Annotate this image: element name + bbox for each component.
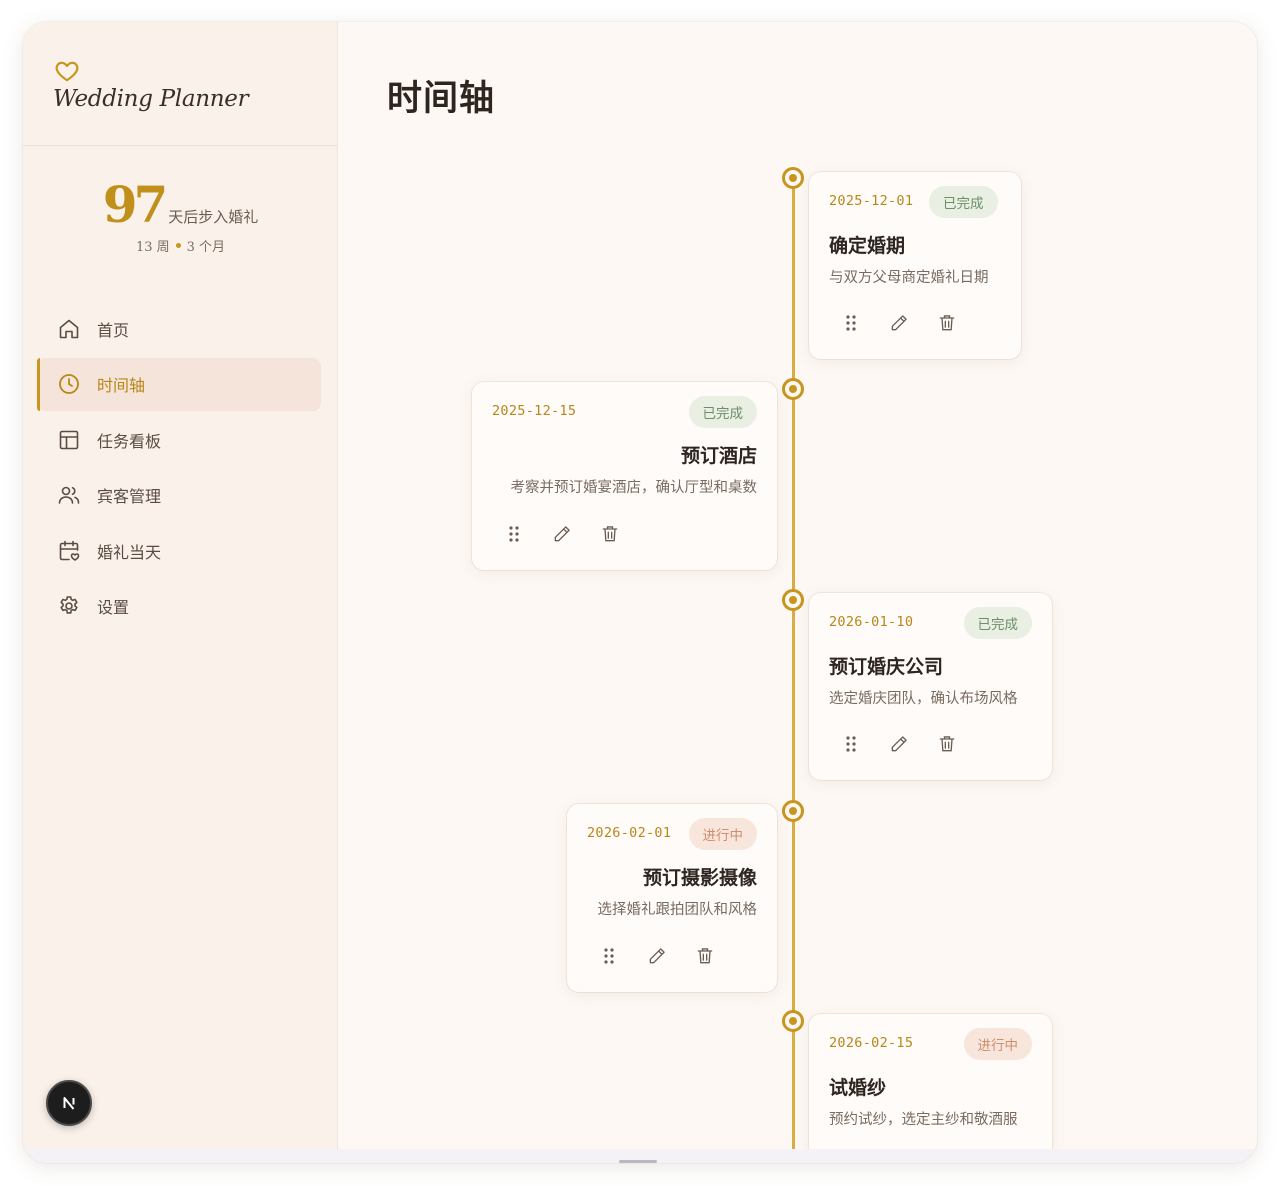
timeline-card[interactable]: 2025-12-15 已完成 预订酒店 考察并预订婚宴酒店，确认厅型和桌数: [472, 382, 777, 570]
timeline-card[interactable]: 2026-01-10 已完成 预订婚庆公司 选定婚庆团队，确认布场风格: [809, 593, 1052, 780]
card-description: 选择婚礼跟拍团队和风格: [597, 902, 758, 918]
timeline-dot: [782, 589, 804, 611]
timeline-dot: [782, 1010, 804, 1032]
countdown-days: 97: [102, 175, 169, 234]
edit-icon[interactable]: [646, 945, 668, 967]
app-window: Wedding Planner 97 天后步入婚礼 13 周 3 个月 首页 时…: [23, 22, 1257, 1163]
card-title: 预订摄影摄像: [642, 867, 757, 889]
drag-handle-icon[interactable]: [840, 733, 862, 755]
trash-icon[interactable]: [936, 312, 958, 334]
clock-icon: [57, 372, 81, 396]
card-date: 2025-12-01: [829, 193, 914, 209]
card-date: 2026-01-10: [829, 614, 914, 630]
timeline-card[interactable]: 2025-12-01 已完成 确定婚期 与双方父母商定婚礼日期: [809, 172, 1021, 359]
edit-icon[interactable]: [888, 733, 910, 755]
heart-icon: [55, 61, 79, 82]
sidebar: Wedding Planner 97 天后步入婚礼 13 周 3 个月 首页 时…: [23, 22, 338, 1149]
sidebar-item-label: 任务看板: [97, 431, 162, 451]
resize-handle[interactable]: [619, 1160, 657, 1163]
brand-name: Wedding Planner: [53, 86, 249, 112]
drag-handle-icon[interactable]: [503, 523, 525, 545]
status-badge: 进行中: [963, 1028, 1032, 1060]
sidebar-item-label: 婚礼当天: [97, 542, 162, 562]
trash-icon[interactable]: [599, 523, 621, 545]
sidebar-item-guests[interactable]: 宾客管理: [37, 469, 321, 522]
dev-tools-badge[interactable]: [46, 1080, 92, 1126]
timeline-dot: [782, 800, 804, 822]
sidebar-nav: 首页 时间轴 任务看板 宾客管理 婚礼当天 设置: [37, 302, 321, 635]
sidebar-item-label: 时间轴: [97, 376, 146, 395]
sidebar-item-label: 设置: [97, 598, 130, 617]
countdown-weeks: 13 周: [135, 240, 170, 255]
countdown-label: 天后步入婚礼: [168, 208, 259, 226]
timeline-card[interactable]: 2026-02-15 进行中 试婚纱 预约试纱，选定主纱和敬酒服: [809, 1014, 1052, 1149]
timeline-line: [792, 177, 795, 1149]
page-title: 时间轴: [387, 78, 496, 119]
timeline-card[interactable]: 2026-02-01 进行中 预订摄影摄像 选择婚礼跟拍团队和风格: [567, 804, 777, 992]
brand-header: Wedding Planner: [23, 22, 337, 146]
wedding-countdown: 97 天后步入婚礼 13 周 3 个月: [23, 175, 338, 256]
main-content: 时间轴 2025-12-01 已完成 确定婚期 与双方父母商定婚礼日期 2025…: [339, 22, 1257, 1149]
gear-icon: [57, 594, 81, 618]
card-title: 试婚纱: [829, 1077, 887, 1099]
status-badge: 已完成: [963, 607, 1032, 639]
timeline-dot: [782, 167, 804, 189]
status-badge: 已完成: [688, 396, 757, 428]
separator-dot: [175, 243, 181, 248]
timeline-dot: [782, 378, 804, 400]
card-date: 2025-12-15: [492, 403, 577, 419]
card-description: 考察并预订婚宴酒店，确认厅型和桌数: [510, 480, 758, 496]
sidebar-item-settings[interactable]: 设置: [37, 580, 321, 633]
drag-handle-icon[interactable]: [840, 312, 862, 334]
card-description: 选定婚庆团队，确认布场风格: [829, 691, 1018, 707]
calendar-heart-icon: [57, 539, 81, 563]
status-badge: 已完成: [929, 186, 998, 218]
next-logo-icon: [63, 1097, 75, 1110]
trash-icon[interactable]: [936, 733, 958, 755]
sidebar-item-wedding-day[interactable]: 婚礼当天: [37, 524, 321, 577]
status-badge: 进行中: [688, 818, 757, 850]
card-title: 预订酒店: [680, 445, 757, 467]
sidebar-item-label: 宾客管理: [97, 487, 162, 506]
sidebar-item-label: 首页: [97, 320, 130, 340]
sidebar-item-timeline[interactable]: 时间轴: [37, 357, 321, 411]
board-icon: [57, 428, 81, 452]
users-icon: [57, 483, 81, 507]
edit-icon[interactable]: [551, 523, 573, 545]
card-title: 预订婚庆公司: [829, 656, 944, 678]
card-description: 预约试纱，选定主纱和敬酒服: [829, 1112, 1018, 1128]
trash-icon[interactable]: [694, 945, 716, 967]
card-description: 与双方父母商定婚礼日期: [829, 270, 989, 286]
home-icon: [57, 317, 81, 341]
sidebar-item-home[interactable]: 首页: [37, 302, 321, 355]
card-date: 2026-02-01: [587, 825, 672, 841]
card-title: 确定婚期: [829, 235, 906, 257]
sidebar-item-task-board[interactable]: 任务看板: [37, 413, 321, 466]
card-date: 2026-02-15: [829, 1035, 914, 1051]
edit-icon[interactable]: [888, 312, 910, 334]
countdown-months: 3 个月: [186, 240, 226, 255]
drag-handle-icon[interactable]: [598, 945, 620, 967]
